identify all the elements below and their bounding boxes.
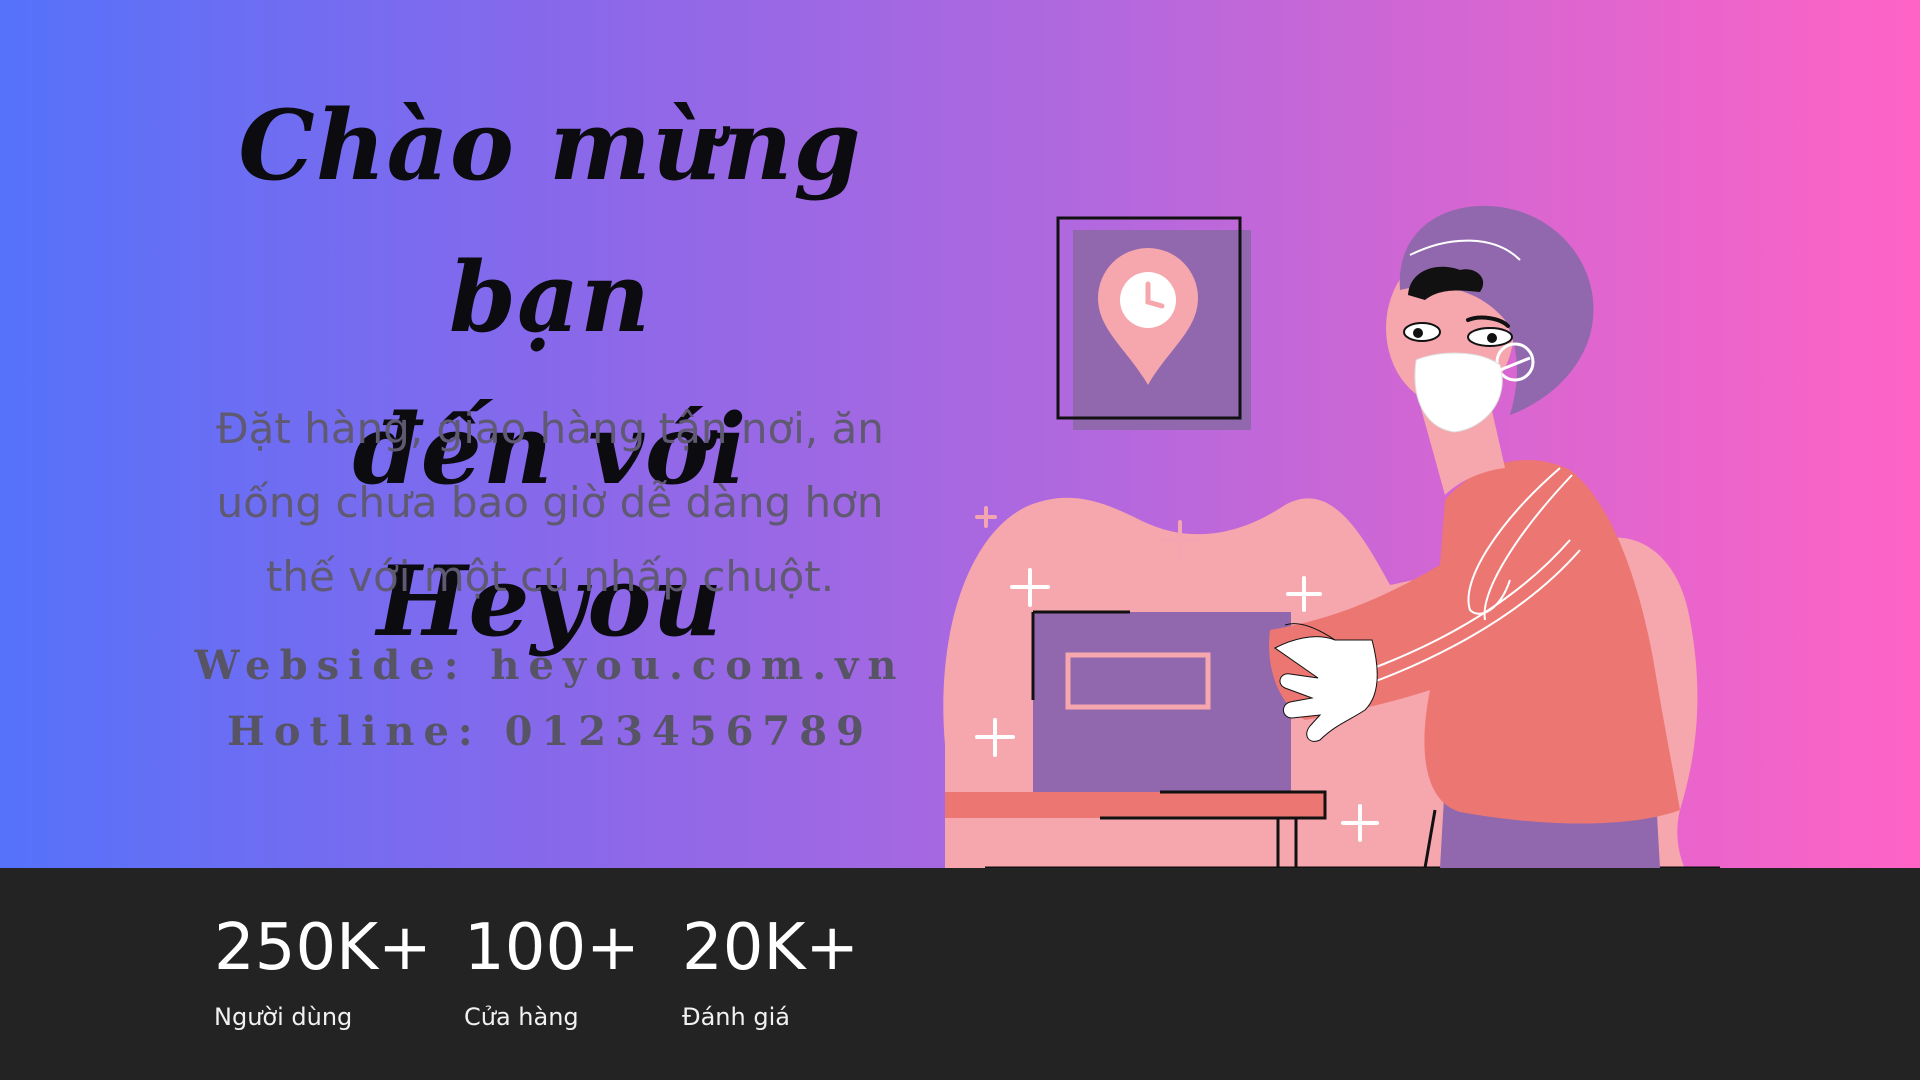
delivery-person-svg: [943, 205, 1720, 900]
stat-stores: 100+ Cửa hàng: [464, 908, 640, 1032]
delivery-illustration: [940, 200, 1770, 910]
stat-label: Cửa hàng: [464, 1003, 579, 1031]
stats-bar: 250K+ Người dùng 100+ Cửa hàng 20K+ Đánh…: [0, 868, 1920, 1080]
stat-value: 250K+: [214, 911, 432, 985]
stat-users: 250K+ Người dùng: [214, 908, 432, 1032]
subtitle-line-2: uống chưa bao giờ dễ dàng hơn: [216, 478, 884, 527]
headline-line-1: Chào mừng bạn: [238, 89, 862, 354]
website-text: Webside: heyou.com.vn: [194, 642, 906, 689]
hero-section: Chào mừng bạn đến với Heyou Đặt hàng, gi…: [0, 0, 1920, 900]
stat-value: 100+: [464, 911, 640, 985]
location-clock-pin-icon: [1056, 216, 1251, 430]
subtitle-line-1: Đặt hàng, giao hàng tận nơi, ăn: [216, 404, 884, 453]
stat-reviews: 20K+ Đánh giá: [682, 908, 859, 1032]
laptop: [1031, 610, 1291, 792]
stat-label: Người dùng: [214, 1003, 353, 1031]
hotline-text: Hotline: 0123456789: [227, 708, 873, 755]
stat-label: Đánh giá: [682, 1003, 790, 1031]
subtitle: Đặt hàng, giao hàng tận nơi, ăn uống chư…: [150, 392, 950, 614]
subtitle-line-3: thế với một cú nhấp chuột.: [265, 552, 835, 601]
stat-value: 20K+: [682, 911, 860, 985]
